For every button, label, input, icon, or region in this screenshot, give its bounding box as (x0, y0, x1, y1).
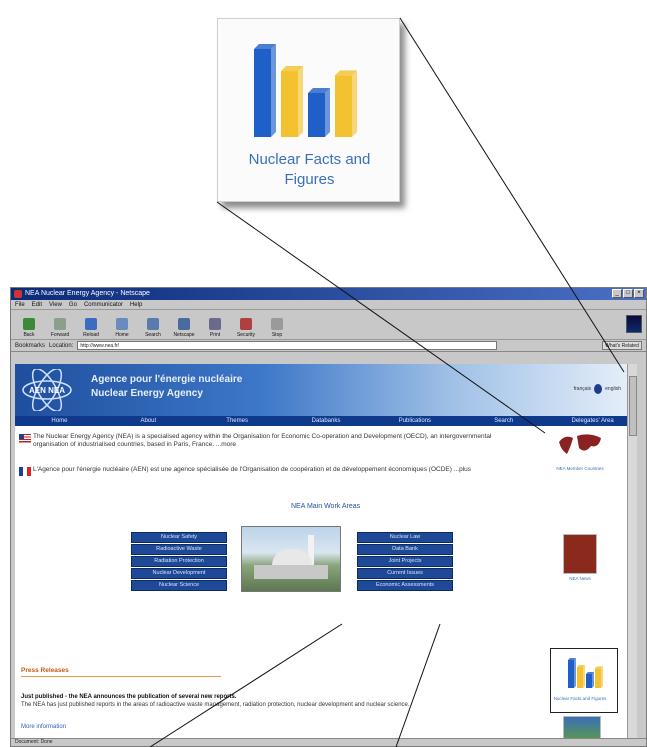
area-current-issues[interactable]: Current Issues (357, 568, 453, 579)
close-button[interactable]: × (634, 289, 644, 298)
search-icon (147, 318, 159, 330)
intro-french: L'Agence pour l'énergie nucléaire (AEN) … (33, 466, 472, 473)
icon-bar-1 (254, 44, 276, 137)
french-flag-icon[interactable] (19, 467, 31, 476)
icon-bar-2 (281, 66, 303, 137)
work-areas-title: NEA Main Work Areas (291, 503, 361, 510)
address-input[interactable]: http://www.nea.fr/ (77, 341, 498, 350)
location-bar: Bookmarks Location: http://www.nea.fr/ W… (11, 340, 646, 352)
site-nav: Home About Themes Databanks Publications… (15, 416, 637, 426)
print-button[interactable]: Print (203, 311, 227, 339)
web-page: AEN NEA Agence pour l'énergie nucléaire … (15, 364, 637, 742)
stop-icon (271, 318, 283, 330)
nea-atom-logo: AEN NEA (22, 369, 72, 411)
nea-news-thumbnail[interactable] (563, 534, 597, 574)
whats-related-button[interactable]: What's Related (602, 341, 642, 350)
back-arrow-icon (23, 318, 35, 330)
area-data-bank[interactable]: Data Bank (357, 544, 453, 555)
forward-button[interactable]: Forward (48, 311, 72, 339)
org-title: Agence pour l'énergie nucléaire Nuclear … (91, 373, 242, 401)
status-bar: Document: Done (11, 738, 646, 746)
bar-chart-icon (254, 44, 357, 137)
nav-themes[interactable]: Themes (193, 416, 282, 426)
menu-view[interactable]: View (49, 300, 62, 309)
page-scrollbar[interactable] (627, 364, 637, 742)
press-body: The NEA has just published reports in th… (21, 701, 410, 708)
nav-delegates[interactable]: Delegates' Area (548, 416, 637, 426)
press-divider (21, 676, 221, 677)
press-headline[interactable]: Just published - the NEA announces the p… (21, 694, 236, 700)
area-nuclear-science[interactable]: Nuclear Science (131, 580, 227, 591)
menu-file[interactable]: File (15, 300, 25, 309)
area-nuclear-development[interactable]: Nuclear Development (131, 568, 227, 579)
press-releases-title: Press Releases (21, 667, 69, 674)
nav-databanks[interactable]: Databanks (282, 416, 371, 426)
icon-bar-3 (308, 88, 330, 137)
back-button[interactable]: Back (17, 311, 41, 339)
lang-english-link[interactable]: english (605, 386, 621, 392)
area-joint-projects[interactable]: Joint Projects (357, 556, 453, 567)
area-radioactive-waste[interactable]: Radioactive Waste (131, 544, 227, 555)
search-button[interactable]: Search (141, 311, 165, 339)
nav-publications[interactable]: Publications (370, 416, 459, 426)
location-label: Location: (49, 342, 74, 349)
printer-icon (209, 318, 221, 330)
netscape-n-icon (178, 318, 190, 330)
minimize-button[interactable]: _ (612, 289, 622, 298)
nea-header-banner: AEN NEA Agence pour l'énergie nucléaire … (15, 364, 637, 416)
zoom-caption: Nuclear Facts and Figures (218, 150, 401, 190)
menu-communicator[interactable]: Communicator (84, 300, 123, 309)
zoom-caption-line1: Nuclear Facts and (248, 151, 371, 168)
browser-window: NEA Nuclear Energy Agency - Netscape _ □… (10, 287, 647, 747)
menu-help[interactable]: Help (130, 300, 142, 309)
netscape-icon (14, 290, 22, 298)
netscape-throbber-logo (626, 315, 642, 333)
netscape-button[interactable]: Netscape (172, 311, 196, 339)
us-flag-icon[interactable] (19, 434, 31, 443)
security-button[interactable]: Security (234, 311, 258, 339)
forward-arrow-icon (54, 318, 66, 330)
press-release-text: Just published - the NEA announces the p… (21, 694, 541, 709)
home-button[interactable]: Home (110, 311, 134, 339)
world-map-thumbnail[interactable] (555, 428, 605, 464)
org-title-en: Nuclear Energy Agency (91, 388, 203, 399)
menu-bar: File Edit View Go Communicator Help (11, 300, 646, 310)
window-title: NEA Nuclear Energy Agency - Netscape (25, 290, 150, 297)
window-controls: _ □ × (612, 289, 644, 298)
reload-button[interactable]: Reload (79, 311, 103, 339)
org-title-fr: Agence pour l'énergie nucléaire (91, 374, 243, 385)
nav-about[interactable]: About (104, 416, 193, 426)
language-switch: français english (574, 384, 621, 394)
side-label-news[interactable]: NEA News (547, 576, 613, 581)
bookmarks-button[interactable]: Bookmarks (15, 343, 45, 349)
home-icon (116, 318, 128, 330)
window-titlebar: NEA Nuclear Energy Agency - Netscape _ □… (11, 288, 646, 300)
zoom-caption-line2: Figures (284, 171, 335, 188)
area-nuclear-safety[interactable]: Nuclear Safety (131, 532, 227, 543)
nuclear-plant-photo (241, 526, 341, 592)
area-radiation-protection[interactable]: Radiation Protection (131, 556, 227, 567)
menu-go[interactable]: Go (69, 300, 77, 309)
icon-bar-4 (335, 70, 357, 137)
lock-icon (240, 318, 252, 330)
navigation-toolbar: Back Forward Reload Home Search Netscape… (11, 310, 646, 340)
more-information-link[interactable]: More information (21, 724, 66, 730)
intro-english: The Nuclear Energy Agency (NEA) is a spe… (33, 433, 492, 448)
nav-home[interactable]: Home (15, 416, 104, 426)
highlight-frame (550, 648, 618, 713)
area-economic-assessments[interactable]: Economic Assessments (357, 580, 453, 591)
menu-edit[interactable]: Edit (32, 300, 42, 309)
lang-french-link[interactable]: français (574, 386, 592, 392)
logo-text: AEN NEA (29, 386, 65, 395)
reload-icon (85, 318, 97, 330)
area-nuclear-law[interactable]: Nuclear Law (357, 532, 453, 543)
stop-button[interactable]: Stop (265, 311, 289, 339)
zoom-callout-card: Nuclear Facts and Figures (217, 18, 400, 202)
maximize-button[interactable]: □ (623, 289, 633, 298)
nav-search[interactable]: Search (459, 416, 548, 426)
side-label-members[interactable]: NEA Member Countries (547, 466, 613, 471)
globe-icon (594, 384, 603, 394)
scrollbar-thumb[interactable] (629, 376, 637, 436)
